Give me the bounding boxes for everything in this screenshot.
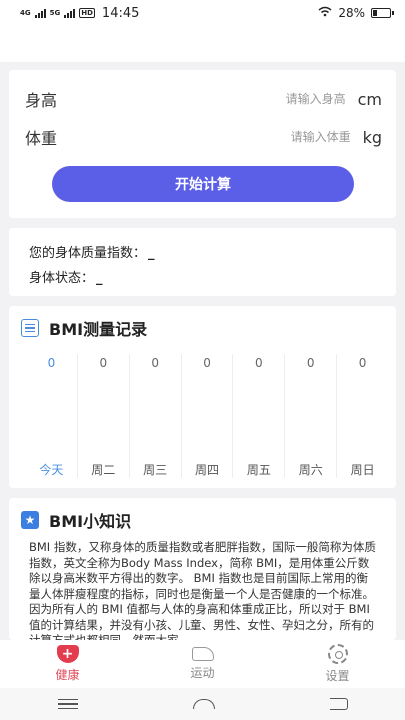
- bottom-tab-bar: + 健康 运动 设置: [0, 640, 405, 688]
- record-card: BMI测量记录 0 今天 0 周二 0 周三 0 周四 0 周五 0 周六 0 周日: [9, 306, 396, 488]
- battery-icon: [371, 8, 394, 18]
- start-calculate-button[interactable]: 开始计算: [52, 166, 354, 202]
- network-type-2: 5G: [50, 9, 61, 17]
- record-day-value: 0: [203, 356, 211, 370]
- heart-icon: +: [56, 645, 79, 663]
- height-unit: cm: [357, 89, 382, 109]
- height-label: 身高: [25, 91, 58, 110]
- input-card: 身高 cm 体重 kg 开始计算: [9, 70, 396, 218]
- tab-health[interactable]: + 健康: [0, 640, 135, 688]
- tab-settings[interactable]: 设置: [270, 640, 405, 688]
- weight-label: 体重: [25, 129, 58, 148]
- signal-icon: [34, 8, 46, 18]
- record-day-name: 周六: [298, 463, 323, 477]
- record-day-value: 0: [99, 356, 108, 370]
- weight-unit: kg: [362, 127, 382, 147]
- tab-label: 设置: [325, 669, 350, 683]
- record-day-value: 0: [47, 356, 56, 370]
- battery-fill: [373, 10, 378, 16]
- knowledge-card: ★ BMI小知识 BMI 指数，又称身体的质量指数或者肥胖指数，国际一般简称为体…: [9, 498, 396, 640]
- record-day-name: 今天: [39, 463, 64, 477]
- record-day: 0 周二: [78, 354, 130, 478]
- network-2: 5G: [49, 9, 61, 17]
- result-card: 您的身体质量指数： _ 身体状态： _: [9, 228, 396, 296]
- state-label: 身体状态：: [29, 271, 95, 286]
- hd-badge: HD: [79, 8, 95, 18]
- list-icon: [21, 319, 39, 337]
- knowledge-title: BMI小知识: [49, 512, 132, 531]
- tab-label: 运动: [190, 666, 215, 680]
- record-day: 0 周五: [233, 354, 286, 478]
- status-left: 4G 5G HD 14:45: [20, 6, 139, 21]
- weight-input[interactable]: [200, 130, 351, 144]
- record-day-value: 0: [151, 356, 159, 370]
- knowledge-header: ★ BMI小知识: [21, 508, 131, 532]
- home-icon[interactable]: [192, 699, 215, 709]
- star-icon: ★: [21, 511, 39, 529]
- bmi-value: _: [148, 246, 155, 261]
- status-right: 28%: [318, 6, 394, 20]
- system-nav-bar: [0, 688, 405, 720]
- signal-icon-2: [64, 8, 76, 18]
- record-day: 0 周三: [130, 354, 182, 478]
- weight-row: 体重 kg: [25, 122, 382, 152]
- record-days: 0 今天 0 周二 0 周三 0 周四 0 周五 0 周六 0 周日: [26, 354, 388, 478]
- height-row: 身高 cm: [25, 84, 382, 114]
- record-day: 0 周日: [337, 354, 388, 478]
- wifi-icon: [318, 6, 332, 20]
- back-icon[interactable]: [329, 698, 348, 710]
- shoe-icon: [191, 647, 214, 661]
- record-title: BMI测量记录: [49, 320, 148, 339]
- header-area: [0, 26, 405, 62]
- tab-sport[interactable]: 运动: [135, 640, 270, 688]
- network-1: 4G: [20, 9, 31, 17]
- tab-label: 健康: [55, 668, 80, 682]
- status-time: 14:45: [101, 5, 140, 21]
- record-day: 0 周六: [285, 354, 338, 478]
- battery-percent: 28%: [338, 6, 365, 20]
- bmi-result-line: 您的身体质量指数： _: [29, 242, 155, 261]
- record-day-name: 周日: [350, 463, 375, 477]
- record-day-name: 周三: [143, 463, 168, 477]
- state-value: _: [96, 271, 103, 286]
- state-result-line: 身体状态： _: [29, 267, 103, 286]
- record-day-value: 0: [306, 356, 315, 370]
- knowledge-text: BMI 指数，又称身体的质量指数或者肥胖指数，国际一般简称为体质指数，英文全称为…: [29, 540, 376, 640]
- record-day: 0 今天: [26, 354, 78, 478]
- record-day-name: 周五: [246, 463, 271, 477]
- record-day-name: 周四: [195, 463, 220, 477]
- gear-icon: [327, 644, 348, 664]
- record-header: BMI测量记录: [21, 316, 147, 340]
- bmi-label: 您的身体质量指数：: [29, 246, 147, 261]
- record-day: 0 周四: [182, 354, 234, 478]
- menu-icon[interactable]: [57, 698, 78, 710]
- record-day-value: 0: [255, 356, 263, 370]
- status-bar: 4G 5G HD 14:45 28%: [0, 0, 405, 26]
- height-input[interactable]: [195, 92, 346, 106]
- record-day-value: 0: [358, 356, 367, 370]
- record-day-name: 周二: [91, 463, 116, 477]
- network-type: 4G: [20, 9, 31, 17]
